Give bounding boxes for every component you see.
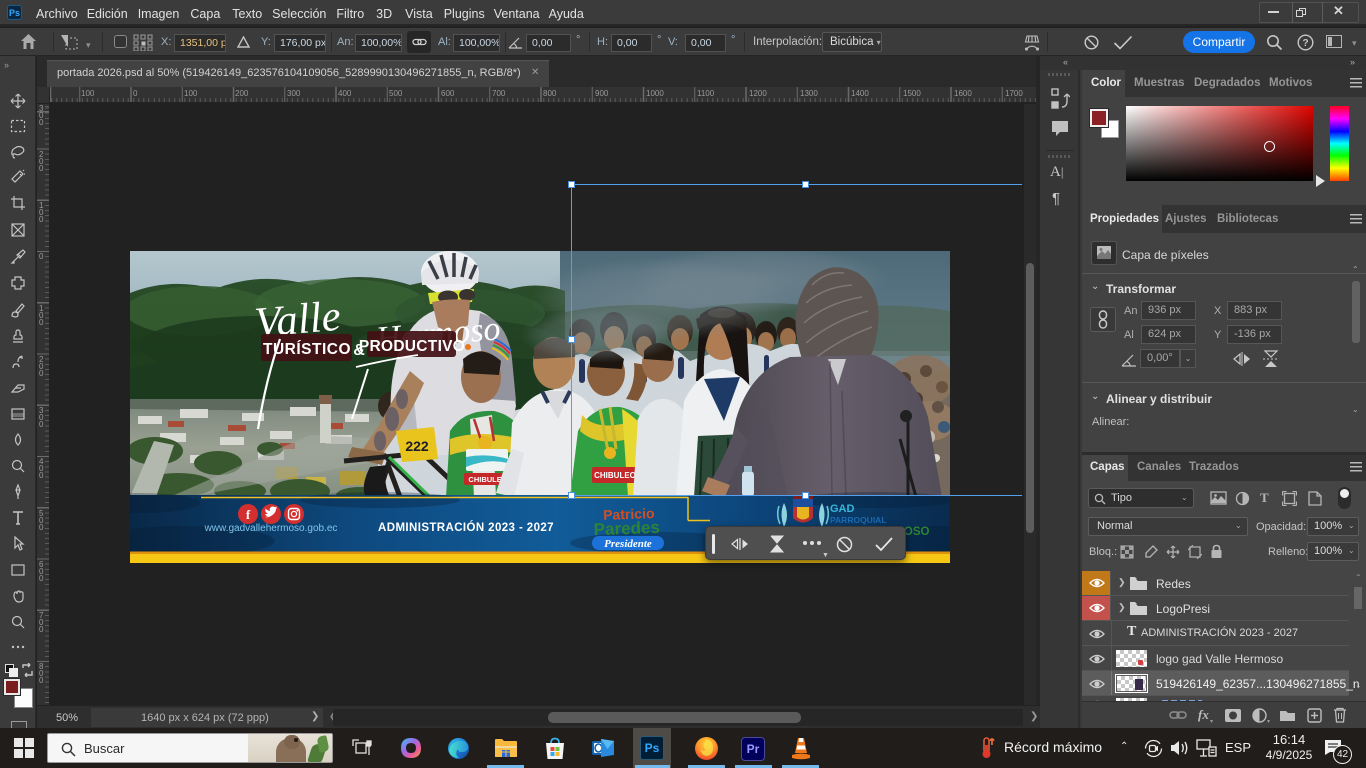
svg-text:f: f bbox=[246, 507, 251, 522]
svg-text:CHIBULEO: CHIBULEO bbox=[594, 471, 636, 480]
svg-text:?: ? bbox=[1302, 38, 1308, 49]
svg-text:Presidente: Presidente bbox=[604, 538, 652, 550]
svg-text:222: 222 bbox=[405, 438, 429, 454]
svg-text:GAD: GAD bbox=[830, 503, 855, 515]
svg-text:PARROQUIAL: PARROQUIAL bbox=[830, 515, 887, 525]
svg-text:Paredes: Paredes bbox=[593, 518, 660, 539]
svg-text:ADMINISTRACIÓN 2023 - 2027: ADMINISTRACIÓN 2023 - 2027 bbox=[378, 521, 554, 534]
svg-text:PRODUCTIVO: PRODUCTIVO bbox=[359, 338, 465, 355]
svg-text:www.gadvallehermoso.gob.ec: www.gadvallehermoso.gob.ec bbox=[204, 523, 338, 534]
